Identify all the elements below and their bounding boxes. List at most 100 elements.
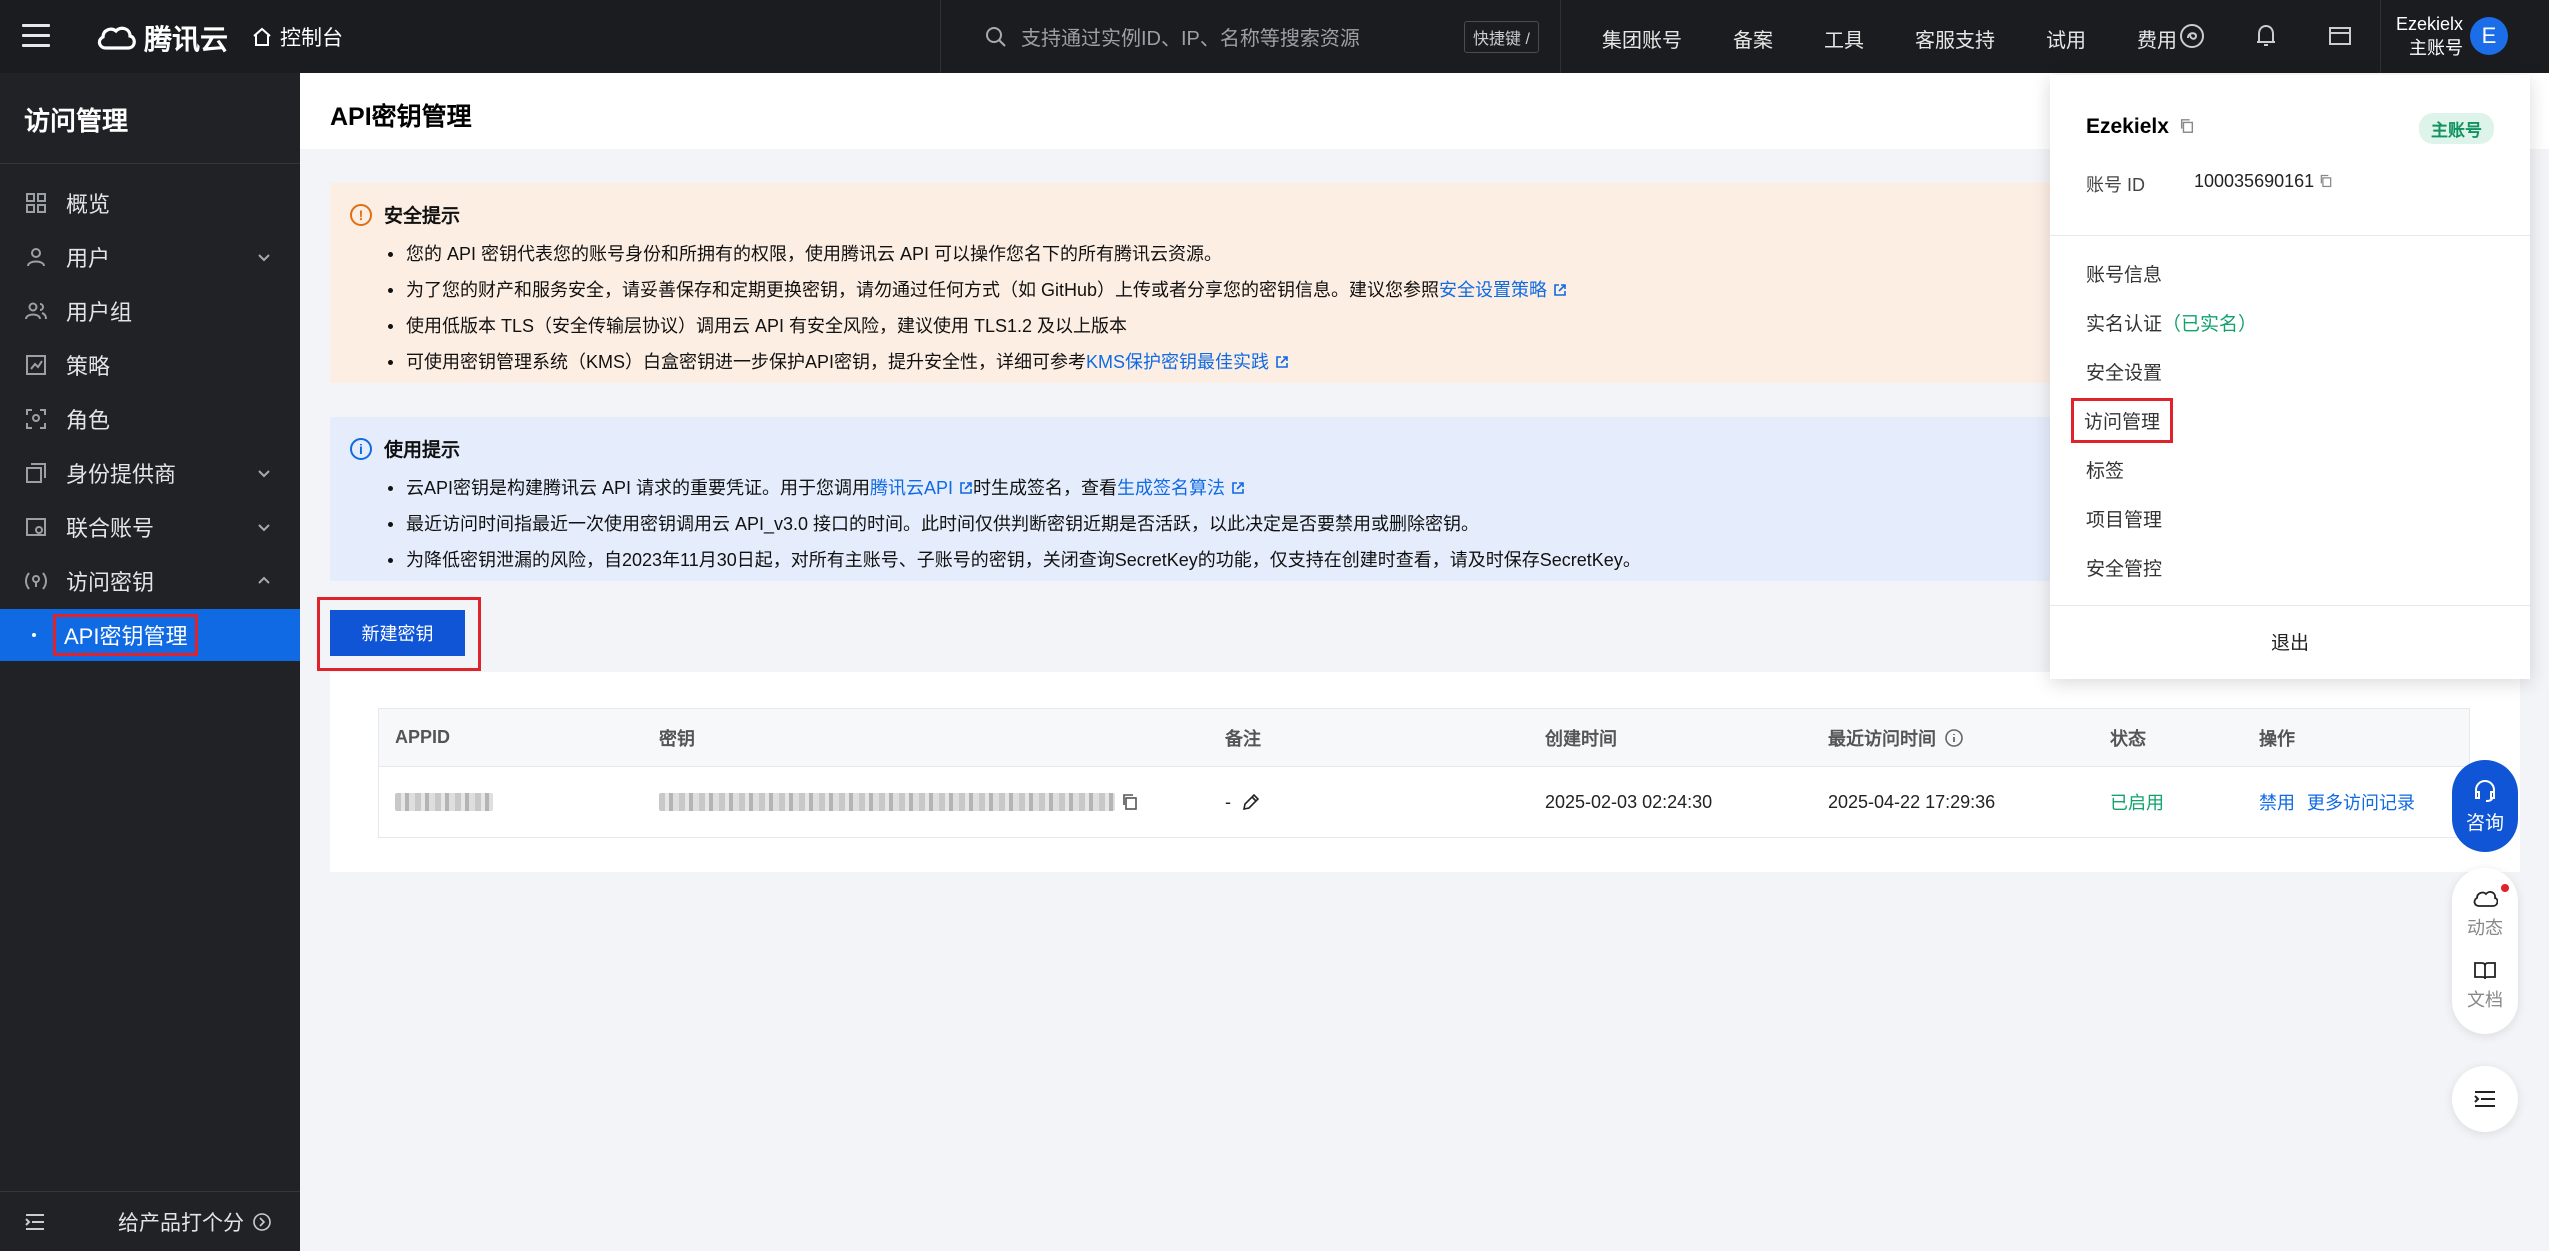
sidebar-item-federated-accounts[interactable]: 联合账号	[0, 501, 300, 553]
rate-product-bar[interactable]: 给产品打个分	[0, 1191, 300, 1251]
sidebar-item-api-key-management[interactable]: API密钥管理	[0, 609, 300, 661]
tencent-cloud-api-link[interactable]: 腾讯云API	[870, 478, 953, 498]
dropdown-account-name: Ezekielx	[2086, 115, 2195, 139]
col-secret: 密钥	[659, 728, 695, 749]
created-time: 2025-02-03 02:24:30	[1545, 791, 1713, 812]
menu-list-button[interactable]	[2452, 1066, 2518, 1132]
nav-group-account[interactable]: 集团账号	[1602, 24, 1682, 53]
last-access-time: 2025-04-22 17:29:36	[1828, 791, 1996, 812]
remark-cell: -	[1225, 792, 1261, 813]
brand-name: 腾讯云	[144, 24, 229, 55]
avatar[interactable]: E	[2470, 17, 2508, 55]
copy-icon[interactable]	[2319, 174, 2333, 188]
user-icon	[27, 248, 45, 267]
copy-icon[interactable]	[2179, 118, 2195, 134]
sidebar-item-access-keys[interactable]: 访问密钥	[0, 555, 300, 607]
warning-icon: !	[350, 203, 372, 226]
menu-tags[interactable]: 标签	[2086, 456, 2124, 483]
grid-icon	[26, 193, 46, 213]
disable-button[interactable]: 禁用	[2259, 789, 2295, 815]
menu-security-control[interactable]: 安全管控	[2086, 554, 2162, 581]
user-group-icon	[25, 302, 47, 320]
alert-text: 为降低密钥泄漏的风险，自2023年11月30日起，对所有主账号、子账号的密钥，关…	[406, 550, 1641, 570]
menu-icon[interactable]	[22, 24, 50, 48]
updates-button[interactable]: 动态	[2467, 884, 2509, 940]
account-role: 主账号	[2409, 38, 2464, 58]
menu-project-management[interactable]: 项目管理	[2086, 505, 2162, 532]
top-bar: 腾讯云 控制台 支持通过实例ID、IP、名称等搜索资源 快捷键 / 集团账号 备…	[0, 0, 2549, 73]
updates-label: 动态	[2467, 918, 2503, 938]
remark-value: -	[1225, 791, 1231, 812]
key-icon	[25, 572, 47, 590]
account-menu[interactable]: Ezekielx 主账号	[2396, 12, 2463, 60]
appid-redacted	[395, 793, 493, 811]
collapse-icon[interactable]	[24, 1213, 46, 1231]
nav-support[interactable]: 客服支持	[1915, 24, 1995, 53]
security-policy-link[interactable]: 安全设置策略	[1439, 280, 1547, 300]
status-badge: 已启用	[2110, 793, 2164, 813]
nav-filing[interactable]: 备案	[1733, 24, 1773, 53]
search-placeholder: 支持通过实例ID、IP、名称等搜索资源	[1021, 28, 1360, 50]
bullet-icon	[32, 633, 36, 637]
consult-label: 咨询	[2465, 812, 2504, 834]
sidebar-item-roles[interactable]: 角色	[0, 393, 300, 445]
home-icon	[253, 27, 271, 46]
col-actions: 操作	[2259, 728, 2295, 749]
account-name: Ezekielx	[2396, 14, 2464, 34]
notification-dot	[2501, 884, 2509, 892]
account-id-value: 100035690161	[2194, 171, 2333, 192]
consult-button[interactable]: 咨询	[2452, 760, 2518, 852]
divider	[1560, 0, 1561, 73]
role-icon	[26, 409, 46, 429]
sidebar-item-label: 角色	[66, 408, 111, 433]
nav-tools[interactable]: 工具	[1824, 24, 1864, 53]
sidebar-item-overview[interactable]: 概览	[0, 177, 300, 229]
copy-icon[interactable]	[1121, 793, 1139, 811]
menu-access-management[interactable]: 访问管理	[2070, 398, 2174, 443]
highlight-box: 新建密钥	[317, 597, 481, 671]
shortcut-badge: 快捷键 /	[1464, 21, 1539, 53]
chevron-down-icon	[258, 254, 270, 262]
sidebar-item-users[interactable]: 用户	[0, 231, 300, 283]
account-name: Ezekielx	[2086, 115, 2169, 138]
account-id-label: 账号 ID	[2086, 175, 2146, 195]
arrow-circle-icon	[253, 1212, 271, 1231]
brand-logo[interactable]: 腾讯云	[96, 18, 228, 58]
edit-icon[interactable]	[1241, 792, 1261, 812]
page-title: API密钥管理	[330, 103, 472, 131]
nav-trial[interactable]: 试用	[2046, 24, 2086, 53]
sidebar-item-identity-providers[interactable]: 身份提供商	[0, 447, 300, 499]
alert-title: 安全提示	[384, 206, 461, 227]
bell-icon[interactable]	[2252, 22, 2280, 50]
kms-practice-link[interactable]: KMS保护密钥最佳实践	[1086, 352, 1269, 372]
mini-program-icon[interactable]	[2178, 22, 2206, 50]
alert-text: 最近访问时间指最近一次使用密钥调用云 API_v3.0 接口的时间。此时间仅供判…	[406, 514, 1480, 534]
docs-label: 文档	[2467, 990, 2503, 1010]
divider	[2050, 235, 2530, 236]
signature-algorithm-link[interactable]: 生成签名算法	[1117, 478, 1225, 498]
console-link[interactable]: 控制台	[252, 22, 343, 52]
menu-account-info[interactable]: 账号信息	[2086, 260, 2162, 287]
create-key-button[interactable]: 新建密钥	[330, 610, 465, 656]
float-tools: 动态 文档	[2452, 868, 2518, 1034]
cart-icon[interactable]	[2326, 22, 2354, 50]
book-icon	[2474, 962, 2496, 980]
alert-text: 时生成签名，查看	[973, 478, 1118, 498]
sidebar-item-label: 概览	[66, 192, 111, 217]
menu-label: 实名认证	[2086, 314, 2163, 335]
table-row: - 2025-02-03 02:24:30 2025-04-22 17:29:3…	[379, 767, 2469, 837]
docs-button[interactable]: 文档	[2467, 960, 2503, 1012]
sidebar-item-policies[interactable]: 策略	[0, 339, 300, 391]
info-icon[interactable]	[1944, 728, 1964, 748]
rate-product-label: 给产品打个分	[118, 1211, 244, 1235]
col-remark: 备注	[1225, 728, 1261, 749]
external-link-icon	[1554, 284, 1566, 296]
more-access-records-link[interactable]: 更多访问记录	[2307, 789, 2415, 815]
menu-security-settings[interactable]: 安全设置	[2086, 358, 2162, 385]
menu-real-name-auth[interactable]: 实名认证（已实名）	[2086, 309, 2257, 336]
sidebar-item-user-groups[interactable]: 用户组	[0, 285, 300, 337]
nav-billing[interactable]: 费用	[2137, 24, 2177, 53]
logout-button[interactable]: 退出	[2050, 628, 2530, 655]
divider	[2380, 0, 2381, 73]
search-input[interactable]: 支持通过实例ID、IP、名称等搜索资源	[985, 22, 1360, 51]
